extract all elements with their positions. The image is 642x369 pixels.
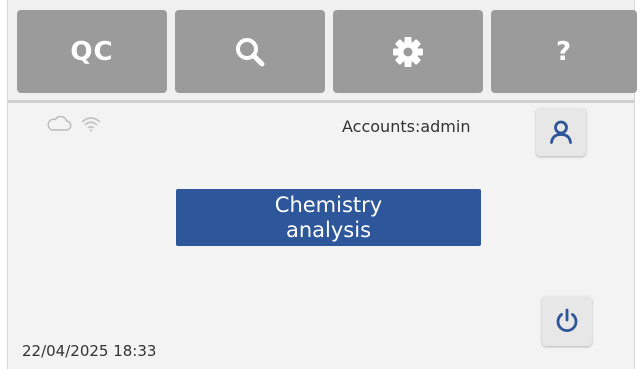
help-button[interactable]: ?: [491, 10, 637, 93]
connection-status: [46, 116, 102, 132]
qc-button[interactable]: QC: [17, 10, 167, 93]
cloud-icon: [47, 116, 72, 131]
chemistry-analysis-button[interactable]: Chemistry analysis: [176, 189, 481, 246]
power-icon: [556, 308, 578, 333]
power-button[interactable]: [542, 296, 592, 346]
device-screen: QC ? Accounts:admin Chemistry analysis 2…: [7, 0, 637, 369]
search-button[interactable]: [175, 10, 325, 93]
account-label: Accounts:admin: [342, 117, 471, 136]
user-icon: [550, 120, 572, 144]
top-toolbar: QC ?: [8, 0, 637, 100]
user-button[interactable]: [536, 108, 586, 156]
settings-button[interactable]: [333, 10, 483, 93]
qc-button-label: QC: [70, 36, 114, 67]
help-button-label: ?: [555, 36, 573, 67]
search-icon: [236, 37, 265, 66]
date-time-display: 22/04/2025 18:33: [22, 342, 157, 360]
chemistry-analysis-label: Chemistry analysis: [274, 192, 383, 242]
toolbar-divider: [8, 100, 634, 103]
gear-icon: [393, 36, 423, 67]
wifi-icon: [81, 117, 101, 132]
